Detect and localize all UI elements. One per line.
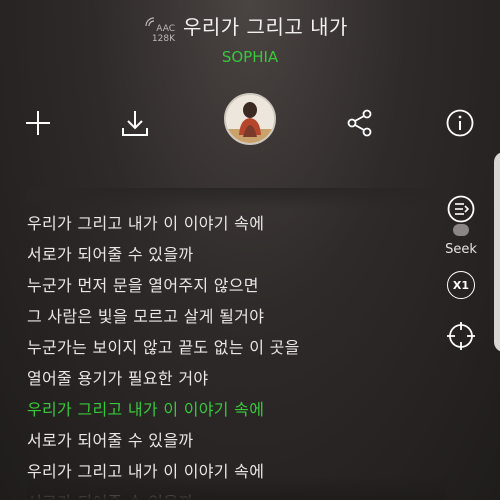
lyric-line-current[interactable]: 우리가 그리고 내가 이 이야기 속에 (27, 394, 447, 425)
now-playing-header: AAC 128K 우리가 그리고 내가 SOPHIA (0, 8, 500, 78)
album-art-image (226, 95, 274, 143)
lyric-line[interactable]: 그 사람은 빛을 모르고 살게 될거야 (27, 301, 447, 332)
song-title: 우리가 그리고 내가 (183, 15, 348, 39)
add-to-playlist-button[interactable] (16, 96, 60, 150)
info-icon (446, 109, 474, 137)
share-icon (347, 109, 372, 137)
lyric-line[interactable]: 서로가 되어줄 수 있을까 (27, 239, 447, 270)
share-button[interactable] (338, 96, 382, 150)
download-icon (122, 111, 148, 136)
album-cover[interactable] (224, 93, 276, 145)
seek-control[interactable] (440, 194, 482, 238)
seek-icon (447, 195, 475, 236)
speed-icon: X1 (447, 271, 475, 299)
crosshair-icon (447, 322, 475, 350)
edge-panel-handle[interactable] (494, 152, 500, 352)
codec-bitrate: 128K (151, 34, 175, 44)
hd-audio-icon (145, 17, 155, 27)
codec-badge: AAC 128K (145, 17, 177, 44)
speed-label: X1 (452, 278, 470, 292)
lyric-line[interactable]: 우리가 그리고 내가 이 이야기 속에 (27, 208, 447, 239)
lyric-line[interactable]: 서로가 되어줄 수 있을까 (27, 425, 447, 456)
locate-current-line-button[interactable] (440, 321, 482, 351)
lyric-line[interactable]: 열어줄 용기가 필요한 거야 (27, 363, 447, 394)
lyric-line[interactable]: 누군가 먼저 문을 열어주지 않으면 (27, 270, 447, 301)
seek-label: Seek (445, 242, 477, 257)
download-button[interactable] (113, 96, 157, 150)
lyrics-view[interactable]: 우리가 그리고 내가 이 이야기 속에 서로가 되어줄 수 있을까 누군가 먼저 문… (27, 188, 447, 500)
info-button[interactable] (438, 96, 482, 150)
artist-name[interactable]: SOPHIA (0, 48, 500, 66)
lyric-line[interactable]: 누군가는 보이지 않고 끝도 없는 이 곳을 (27, 332, 447, 363)
add-icon (26, 111, 50, 135)
playback-speed-button[interactable]: X1 (440, 271, 482, 299)
codec-format: AAC (156, 24, 175, 34)
